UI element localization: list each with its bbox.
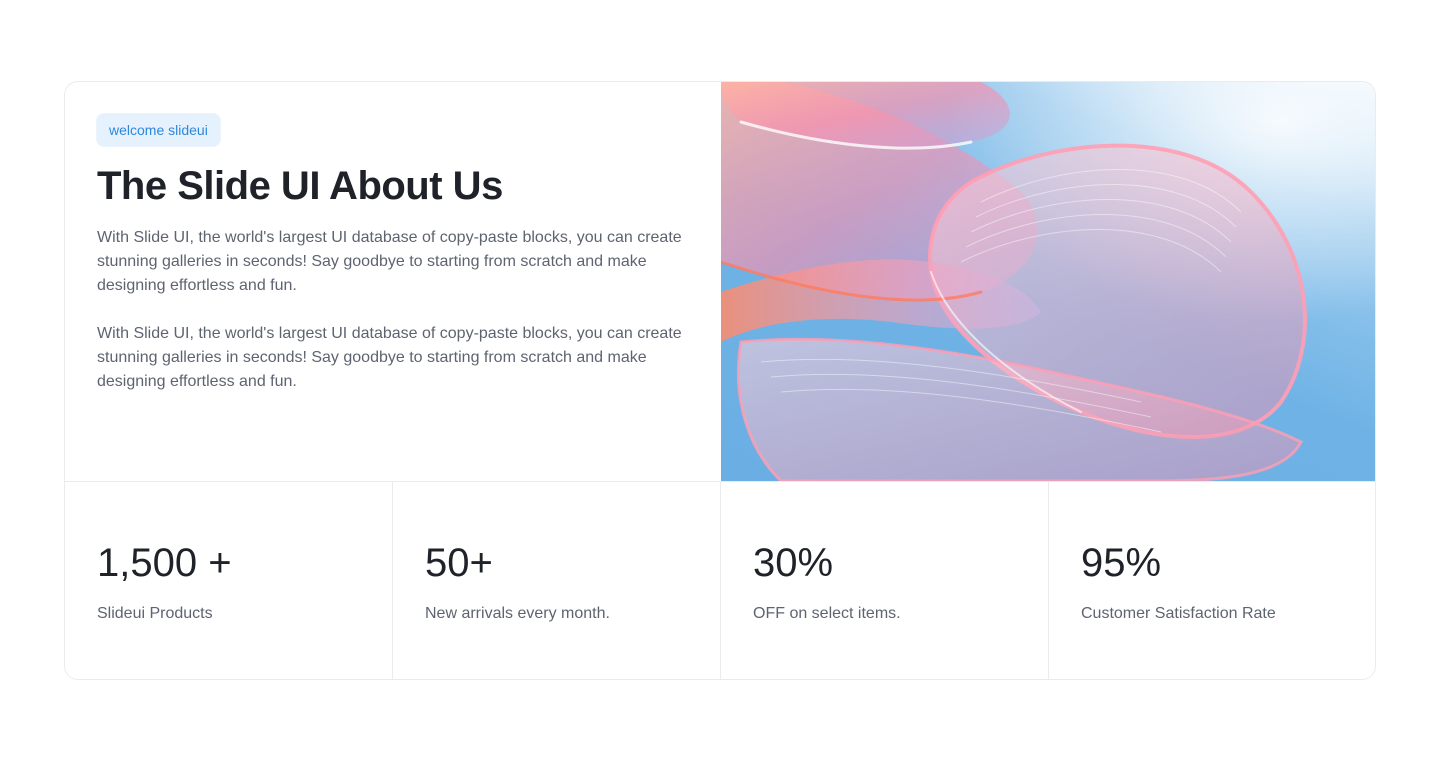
stat-label: Slideui Products bbox=[97, 605, 213, 622]
stat-card: 95% Customer Satisfaction Rate bbox=[1049, 481, 1375, 679]
stat-card: 50+ New arrivals every month. bbox=[393, 481, 721, 679]
welcome-badge: welcome slideui bbox=[97, 114, 220, 146]
stat-label: New arrivals every month. bbox=[425, 605, 610, 622]
stat-card: 1,500 + Slideui Products bbox=[65, 481, 393, 679]
stat-label: OFF on select items. bbox=[753, 605, 901, 622]
stat-label: Customer Satisfaction Rate bbox=[1081, 605, 1276, 622]
stat-value: 1,500 + bbox=[97, 541, 232, 585]
hero-image bbox=[721, 82, 1375, 481]
stat-value: 95% bbox=[1081, 541, 1162, 585]
about-intro: welcome slideui The Slide UI About Us Wi… bbox=[65, 82, 721, 481]
about-paragraph: With Slide UI, the world's largest UI da… bbox=[97, 229, 682, 294]
stats-row: 1,500 + Slideui Products 50+ New arrival… bbox=[65, 481, 1375, 679]
stat-value: 30% bbox=[753, 541, 834, 585]
about-top-section: welcome slideui The Slide UI About Us Wi… bbox=[65, 82, 1375, 482]
stat-card: 30% OFF on select items. bbox=[721, 481, 1049, 679]
stat-value: 50+ bbox=[425, 541, 493, 585]
about-paragraph: With Slide UI, the world's largest UI da… bbox=[97, 325, 682, 390]
about-card: welcome slideui The Slide UI About Us Wi… bbox=[64, 81, 1376, 680]
page-title: The Slide UI About Us bbox=[97, 164, 503, 208]
